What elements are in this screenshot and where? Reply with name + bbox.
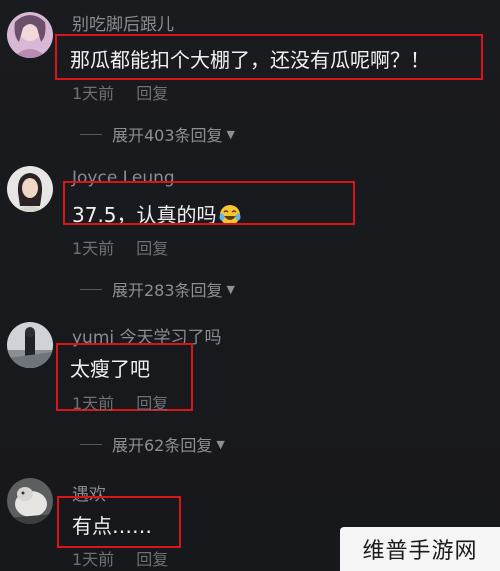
reply-button[interactable]: 回复 xyxy=(136,550,168,569)
chevron-down-icon: ▼ xyxy=(226,282,236,296)
watermark: 维普手游网 xyxy=(340,527,500,571)
divider xyxy=(80,288,102,290)
expand-replies-button[interactable]: 展开62条回复 ▼ xyxy=(80,432,225,456)
comment-screen: 别吃脚后跟儿 那瓜都能扣个大棚了，还没有瓜呢啊？！ 1天前 回复 展开403条回复… xyxy=(0,0,500,571)
expand-replies-button[interactable]: 展开403条回复 ▼ xyxy=(80,122,235,146)
expand-replies-button[interactable]: 展开283条回复 ▼ xyxy=(80,277,235,301)
highlight-box xyxy=(57,496,181,548)
avatar[interactable] xyxy=(7,478,53,524)
avatar[interactable] xyxy=(7,12,53,58)
highlight-box xyxy=(63,181,355,225)
divider xyxy=(80,443,102,445)
timestamp: 1天前 xyxy=(72,84,115,103)
comment-meta: 1天前 回复 xyxy=(72,546,168,570)
expand-replies-label: 展开283条回复 xyxy=(112,281,223,300)
divider xyxy=(80,133,102,135)
chevron-down-icon: ▼ xyxy=(226,127,236,141)
avatar[interactable] xyxy=(7,166,53,212)
expand-replies-label: 展开403条回复 xyxy=(112,126,223,145)
avatar[interactable] xyxy=(7,322,53,368)
username[interactable]: 别吃脚后跟儿 xyxy=(72,10,174,35)
watermark-text: 维普手游网 xyxy=(362,539,478,564)
comment-meta: 1天前 回复 xyxy=(72,390,168,414)
timestamp: 1天前 xyxy=(72,239,115,258)
timestamp: 1天前 xyxy=(72,394,115,413)
reply-button[interactable]: 回复 xyxy=(136,84,168,103)
chevron-down-icon: ▼ xyxy=(216,437,225,451)
highlight-box xyxy=(55,34,483,80)
reply-button[interactable]: 回复 xyxy=(136,394,168,413)
expand-replies-label: 展开62条回复 xyxy=(112,436,213,455)
comment-meta: 1天前 回复 xyxy=(72,235,168,259)
comment-meta: 1天前 回复 xyxy=(72,80,168,104)
reply-button[interactable]: 回复 xyxy=(136,239,168,258)
timestamp: 1天前 xyxy=(72,550,115,569)
